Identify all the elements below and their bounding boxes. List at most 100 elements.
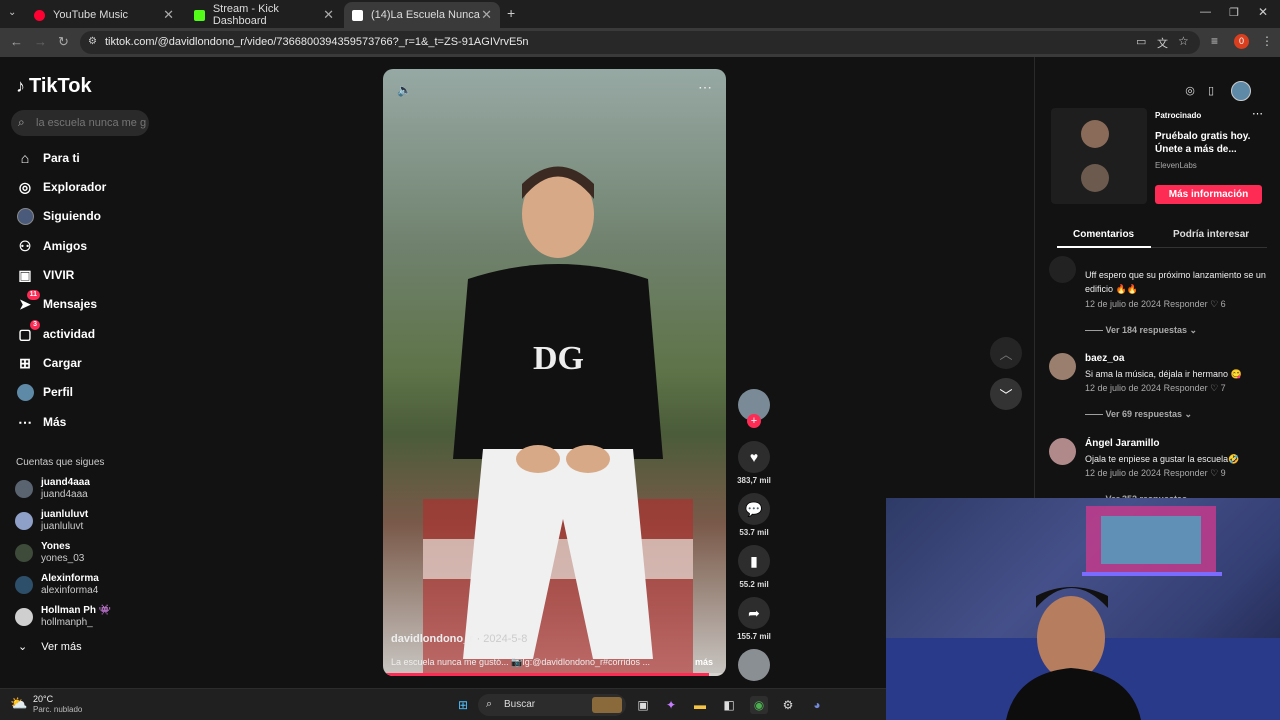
sponsored-label: Patrocinado [1155, 111, 1202, 120]
followed-account[interactable]: Yones yones_03 [15, 540, 84, 566]
share-icon: ➦ [738, 597, 770, 629]
creator-avatar-button[interactable]: + [737, 389, 771, 428]
chrome-icon[interactable]: ◉ [750, 696, 768, 714]
nav-siguiendo[interactable]: Siguiendo [16, 205, 101, 227]
view-replies[interactable]: —— Ver 184 respuestas ⌄ [1085, 325, 1197, 336]
new-tab-icon[interactable]: + [507, 5, 515, 21]
tab-list-chevron-icon[interactable]: ⌄ [8, 7, 16, 18]
app-icon[interactable]: ⚙ [779, 696, 797, 714]
nav-para-ti[interactable]: ⌂ Para ti [16, 147, 80, 169]
comment-user[interactable]: Ángel Jaramillo [1085, 438, 1159, 449]
previous-video-button[interactable]: ︿ [990, 337, 1022, 369]
follow-plus-icon[interactable]: + [747, 414, 761, 428]
followed-account[interactable]: Hollman Ph 👾 hollmanph_ [15, 604, 111, 630]
video-date: · 2024-5-8 [476, 633, 528, 645]
chevron-down-icon: ﹀ [999, 387, 1013, 403]
store-icon[interactable]: ◧ [720, 696, 738, 714]
profile-badge[interactable]: 0 [1234, 34, 1249, 49]
translate-icon[interactable]: 文 [1157, 35, 1168, 51]
avatar[interactable] [1049, 256, 1076, 283]
save-button[interactable]: ▮ 55.2 mil [737, 545, 771, 589]
device-icon[interactable]: ▯ [1202, 81, 1220, 99]
tiktok-tab-icon [352, 9, 363, 21]
browser-menu-icon[interactable]: ⋮ [1261, 34, 1273, 48]
task-view-icon[interactable]: ▣ [634, 696, 652, 714]
url-field[interactable]: ⚙ tiktok.com/@davidlondono_r/video/73668… [80, 31, 1200, 54]
avatar[interactable] [1049, 438, 1076, 465]
copilot-icon[interactable]: ✦ [662, 696, 680, 714]
search-box[interactable]: ⌕ [11, 110, 149, 136]
next-video-button[interactable]: ﹀ [990, 378, 1022, 410]
nav-actividad[interactable]: ▢ 3 actividad [16, 320, 95, 345]
close-tab-icon[interactable]: ✕ [163, 7, 174, 23]
view-replies[interactable]: —— Ver 69 respuestas ⌄ [1085, 409, 1192, 420]
nav-vivir[interactable]: ▣ VIVIR [16, 264, 74, 286]
avatar[interactable] [1049, 353, 1076, 380]
activity-icon: ▢ 3 [16, 320, 40, 343]
nav-amigos[interactable]: ⚇ Amigos [16, 235, 87, 257]
close-tab-icon[interactable]: ✕ [323, 7, 334, 23]
reload-icon[interactable]: ↻ [58, 34, 69, 50]
comment-button[interactable]: 💬 53.7 mil [737, 493, 771, 537]
comment-user[interactable]: baez_oa [1085, 353, 1124, 364]
video-player[interactable]: DG 🔈 ⋯ davidlondono_r · 2024-5-8 La escu… [383, 69, 726, 676]
back-icon[interactable]: ← [10, 34, 23, 49]
tab-podria-interesar[interactable]: Podría interesar [1173, 229, 1249, 240]
ad-cta-button[interactable]: Más información [1155, 185, 1262, 204]
caption-more-link[interactable]: más [695, 657, 713, 667]
cast-icon[interactable]: ▭ [1136, 35, 1146, 48]
nav-cargar[interactable]: ⊞ Cargar [16, 352, 82, 374]
media-control-icon[interactable]: ≡ [1211, 34, 1218, 48]
discord-icon[interactable]: ◕ [808, 696, 826, 714]
tab-kick-dashboard[interactable]: Stream - Kick Dashboard ✕ [186, 2, 342, 28]
file-explorer-icon[interactable]: ▬ [691, 696, 709, 714]
music-disc-icon [738, 649, 770, 681]
nav-label: Para ti [43, 151, 80, 165]
like-button[interactable]: ♥ 383,7 mil [737, 441, 771, 485]
forward-icon[interactable]: → [34, 34, 47, 49]
close-window-icon[interactable]: ✕ [1258, 5, 1268, 19]
account-name-text: Hollman Ph [41, 605, 97, 616]
video-progress-fill [383, 673, 709, 676]
nav-mas[interactable]: ⋯ Más [16, 411, 66, 433]
minimize-icon[interactable]: — [1200, 6, 1211, 18]
ad-more-icon[interactable]: ⋯ [1252, 107, 1263, 120]
search-input[interactable] [36, 114, 146, 132]
tiktok-logo[interactable]: ♪ TikTok [16, 75, 92, 98]
close-tab-icon[interactable]: ✕ [481, 7, 492, 23]
kick-icon [194, 9, 205, 21]
video-progress-bar[interactable] [383, 673, 726, 676]
account-handle: juand4aaa [41, 489, 88, 500]
bookmark-star-icon[interactable]: ☆ [1178, 34, 1189, 48]
messages-badge: 11 [26, 290, 40, 300]
ad-thumbnail[interactable] [1051, 108, 1147, 204]
tab-youtube-music[interactable]: YouTube Music ✕ [26, 2, 182, 28]
sound-disc-button[interactable] [737, 649, 771, 681]
followed-account[interactable]: Alexinforma alexinforma4 [15, 572, 99, 598]
user-avatar[interactable] [1231, 81, 1251, 101]
video-author[interactable]: davidlondono_r · 2024-5-8 [391, 633, 527, 645]
share-button[interactable]: ➦ 155.7 mil [737, 597, 771, 641]
restore-icon[interactable]: ❐ [1229, 6, 1239, 19]
video-more-icon[interactable]: ⋯ [698, 79, 712, 96]
nav-mensajes[interactable]: ➤ 11 Mensajes [16, 290, 97, 315]
nav-label: Explorador [43, 180, 107, 194]
explore-icon[interactable]: ◎ [1181, 81, 1199, 99]
followed-account[interactable]: juanluluvt juanluluvt [15, 508, 88, 534]
webcam-overlay [886, 498, 1280, 720]
site-info-icon[interactable]: ⚙ [88, 36, 97, 47]
active-tab-underline [1057, 246, 1151, 248]
tab-tiktok[interactable]: (14)La Escuela Nunca Me G ✕ [344, 2, 500, 28]
account-handle: yones_03 [41, 553, 85, 564]
see-more-accounts[interactable]: ⌄ Ver más [18, 640, 82, 654]
volume-icon[interactable]: 🔈 [397, 83, 412, 97]
weather-icon[interactable]: ⛅ [10, 695, 27, 712]
nav-perfil[interactable]: Perfil [16, 381, 73, 403]
nav-explorador[interactable]: ◎ Explorador [16, 176, 106, 198]
windows-start-icon[interactable]: ⊞ [454, 696, 472, 714]
more-icon: ⋯ [18, 413, 32, 430]
taskbar-search[interactable]: ⌕ Buscar [478, 694, 626, 716]
avatar [15, 576, 33, 594]
followed-account[interactable]: juand4aaa juand4aaa [15, 476, 90, 502]
tab-comentarios[interactable]: Comentarios [1073, 229, 1134, 240]
